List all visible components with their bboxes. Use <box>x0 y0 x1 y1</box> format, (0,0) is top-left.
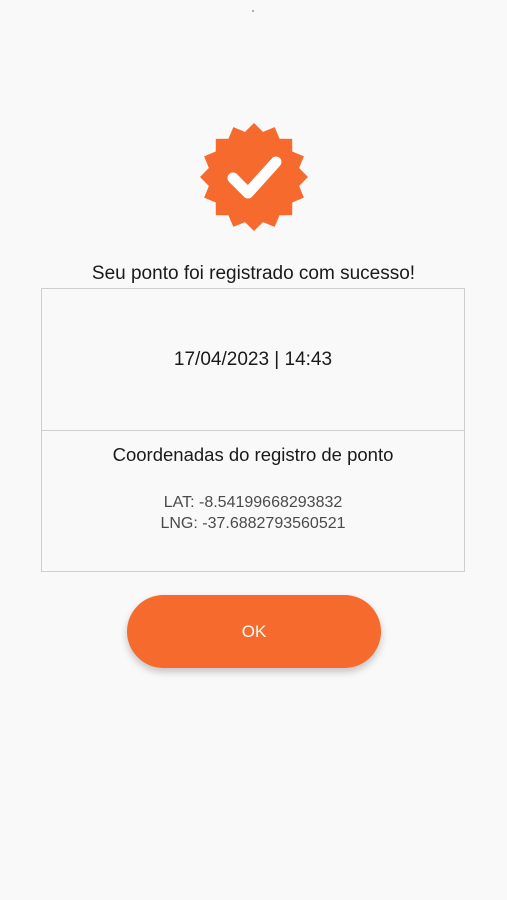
ok-button[interactable]: OK <box>127 595 381 668</box>
success-message: Seu ponto foi registrado com sucesso! <box>91 263 416 284</box>
record-datetime: 17/04/2023 | 14:43 <box>173 348 333 370</box>
ok-button-label: OK <box>241 621 267 641</box>
status-bar-indicator <box>252 10 254 12</box>
coordinates-heading: Coordenadas do registro de ponto <box>112 444 394 465</box>
verified-check-badge-icon <box>199 122 309 232</box>
coordinates-section: Coordenadas do registro de ponto LAT: -8… <box>42 431 464 571</box>
latitude-value: LAT: -8.54199668293832 <box>163 494 343 511</box>
longitude-value: LNG: -37.6882793560521 <box>160 515 346 532</box>
coordinates-values: LAT: -8.54199668293832 LNG: -37.68827935… <box>42 492 464 534</box>
datetime-section: 17/04/2023 | 14:43 <box>42 289 464 431</box>
record-details-card: 17/04/2023 | 14:43 Coordenadas do regist… <box>41 288 465 572</box>
